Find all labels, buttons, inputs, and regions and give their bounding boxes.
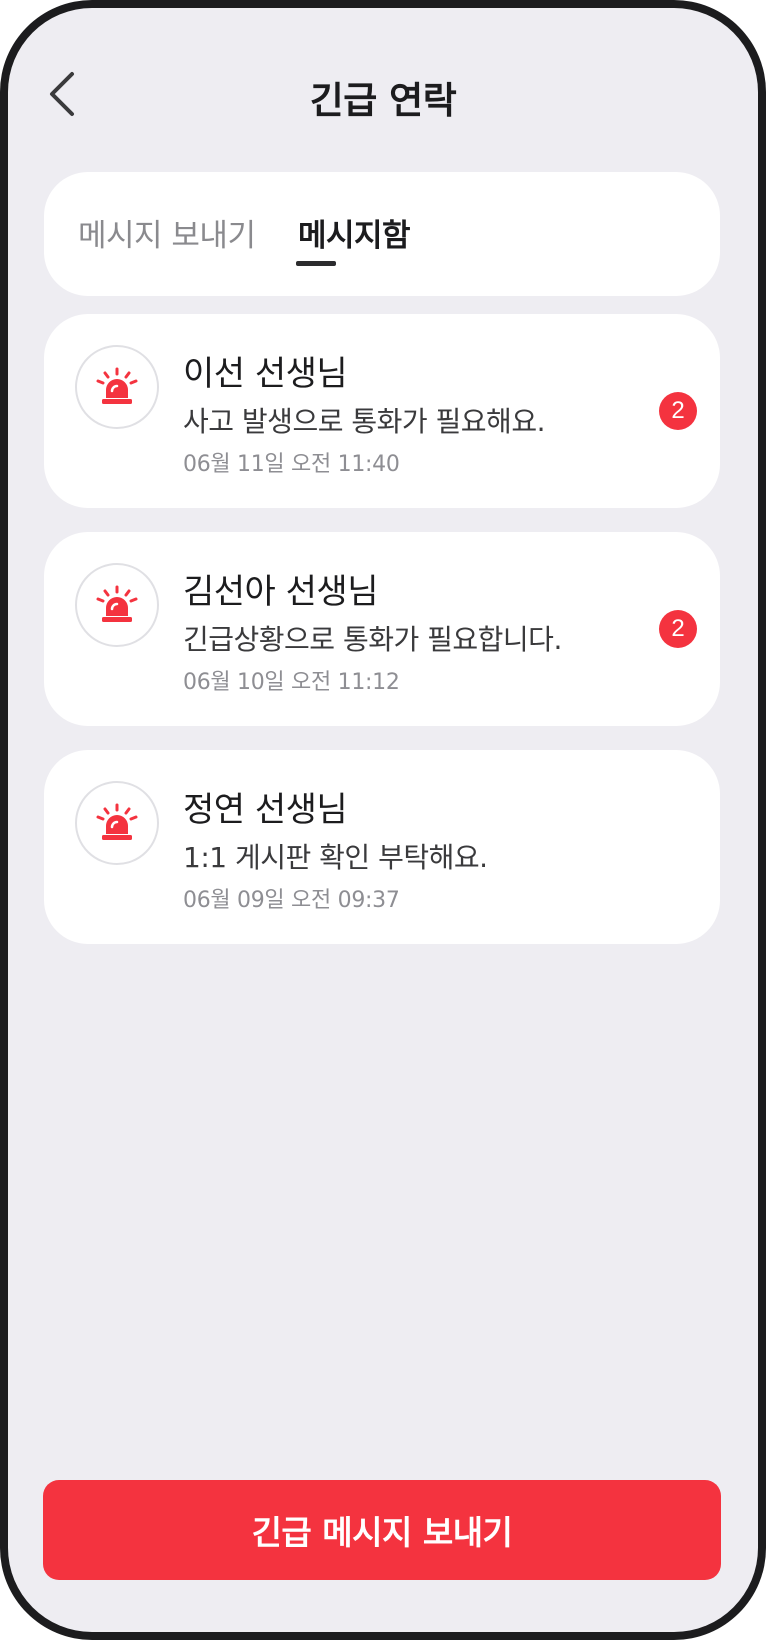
message-timestamp: 06월 11일 오전 11:40: [183, 452, 400, 477]
sender-name: 이선 선생님: [183, 354, 348, 394]
avatar: [75, 781, 159, 865]
message-preview: 1:1 게시판 확인 부탁해요.: [183, 841, 488, 874]
message-timestamp: 06월 09일 오전 09:37: [183, 888, 400, 913]
top-bar: 긴급 연락: [8, 8, 758, 168]
avatar: [75, 563, 159, 647]
tab-bar: 메시지 보내기 메시지함: [44, 172, 720, 296]
tab-send-message[interactable]: 메시지 보내기: [78, 210, 256, 255]
send-emergency-message-button[interactable]: 긴급 메시지 보내기: [43, 1480, 721, 1580]
message-preview: 긴급상황으로 통화가 필요합니다.: [183, 623, 562, 656]
siren-icon: [96, 367, 138, 404]
page-title: 긴급 연락: [309, 79, 457, 122]
app-screen: 긴급 연락 메시지 보내기 메시지함 이선 선생님 사고 발생으로 통화가 필요…: [8, 8, 758, 1632]
message-item[interactable]: 정연 선생님 1:1 게시판 확인 부탁해요. 06월 09일 오전 09:37: [44, 750, 720, 944]
sender-name: 정연 선생님: [183, 790, 348, 830]
message-item[interactable]: 김선아 선생님 긴급상황으로 통화가 필요합니다. 06월 10일 오전 11:…: [44, 532, 720, 726]
sender-name: 김선아 선생님: [183, 572, 379, 612]
unread-badge: 2: [659, 610, 697, 648]
unread-badge: 2: [659, 392, 697, 430]
tab-inbox[interactable]: 메시지함: [298, 210, 411, 255]
message-preview: 사고 발생으로 통화가 필요해요.: [183, 405, 545, 438]
siren-icon: [96, 585, 138, 622]
device-frame: 긴급 연락 메시지 보내기 메시지함 이선 선생님 사고 발생으로 통화가 필요…: [0, 0, 766, 1640]
message-timestamp: 06월 10일 오전 11:12: [183, 670, 400, 695]
siren-icon: [96, 803, 138, 840]
active-tab-indicator: [296, 261, 336, 266]
avatar: [75, 345, 159, 429]
message-item[interactable]: 이선 선생님 사고 발생으로 통화가 필요해요. 06월 11일 오전 11:4…: [44, 314, 720, 508]
